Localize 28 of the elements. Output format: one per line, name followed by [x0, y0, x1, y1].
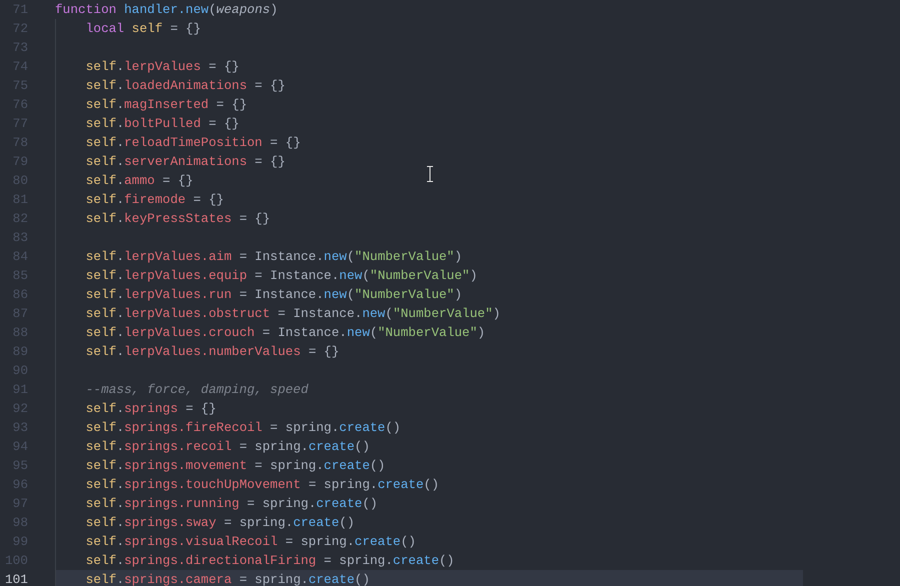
code-line: self.lerpValues.run = Instance.new("NumberValue") [55, 285, 803, 304]
code-line: self.serverAnimations = {} [55, 152, 803, 171]
code-line: self.springs.running = spring.create() [55, 494, 803, 513]
code-line: self.springs.visualRecoil = spring.create() [55, 532, 803, 551]
code-line: self.springs.movement = spring.create() [55, 456, 803, 475]
code-line: self.firemode = {} [55, 190, 803, 209]
code-line: self.boltPulled = {} [55, 114, 803, 133]
code-line: --mass, force, damping, speed [55, 380, 803, 399]
code-line: self.keyPressStates = {} [55, 209, 803, 228]
code-line: self.ammo = {} [55, 171, 803, 190]
code-line: self.loadedAnimations = {} [55, 76, 803, 95]
code-line: self.springs = {} [55, 399, 803, 418]
line-number: 101 [4, 571, 28, 586]
code-line: self.springs.touchUpMovement = spring.create() [55, 475, 803, 494]
text-cursor-icon [426, 166, 434, 182]
code-line: self.springs.sway = spring.create() [55, 513, 803, 532]
code-line: self.lerpValues.crouch = Instance.new("NumberValue") [55, 323, 803, 342]
code-line: self.lerpValues.aim = Instance.new("NumberValue") [55, 247, 803, 266]
code-line: self.lerpValues.obstruct = Instance.new("NumberValue") [55, 304, 803, 323]
code-line: self.reloadTimePosition = {} [55, 133, 803, 152]
code-line: self.lerpValues = {} [55, 57, 803, 76]
code-line: self.lerpValues.numberValues = {} [55, 342, 803, 361]
code-line: function handler.new(weapons) [55, 1, 279, 19]
code-line: local self = {} [55, 19, 803, 38]
code-line: self.magInserted = {} [55, 95, 803, 114]
code-line: self.springs.recoil = spring.create() [55, 437, 803, 456]
code-line: self.springs.fireRecoil = spring.create() [55, 418, 803, 437]
code-line: self.lerpValues.equip = Instance.new("NumberValue") [55, 266, 803, 285]
